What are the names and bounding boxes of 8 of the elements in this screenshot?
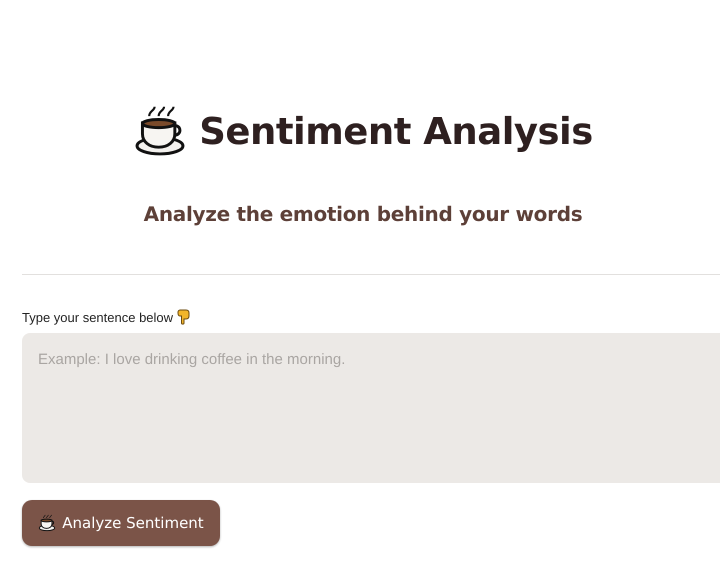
input-label: Type your sentence below xyxy=(22,310,174,324)
sentence-input[interactable]: Example: I love drinking coffee in the morning. xyxy=(22,333,720,483)
analyze-button[interactable]: Analyze Sentiment xyxy=(22,500,220,546)
coffee-cup-icon xyxy=(133,104,188,158)
page-subtitle: Analyze the emotion behind your words xyxy=(144,202,582,226)
coffee-cup-icon xyxy=(38,514,56,532)
pointing-hand-icon xyxy=(177,309,192,325)
page-title: Sentiment Analysis xyxy=(199,110,593,152)
